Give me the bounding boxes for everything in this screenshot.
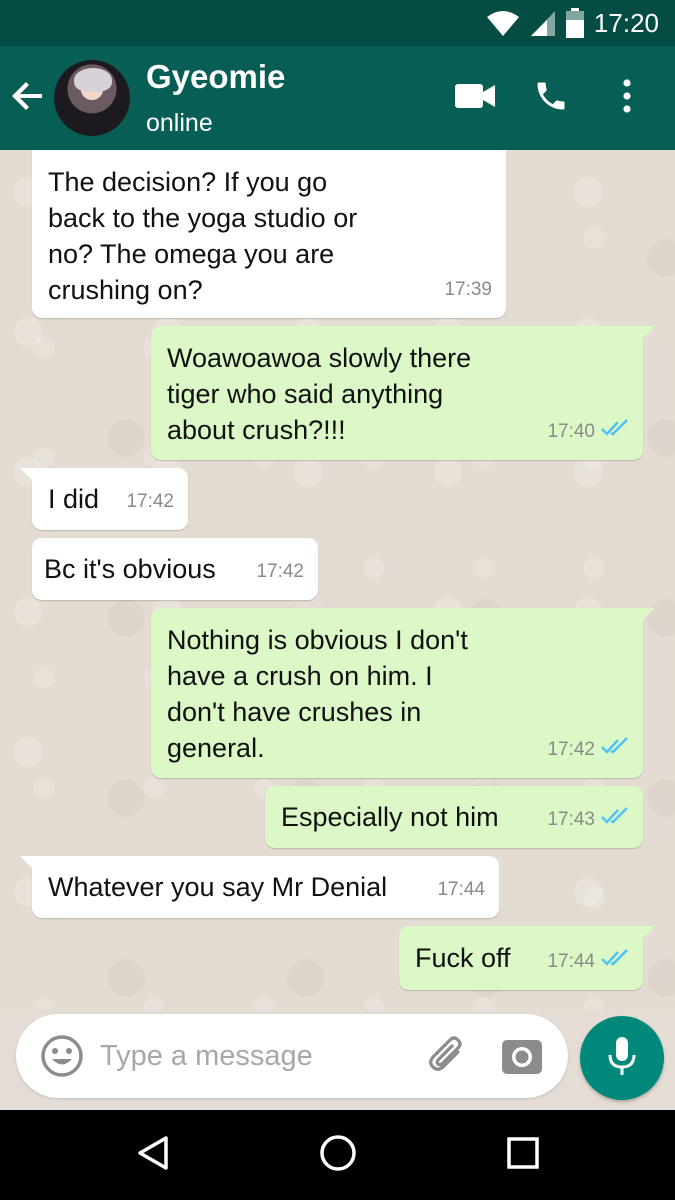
- voice-call-button[interactable]: [513, 60, 589, 136]
- message-text: Bc it's obvious: [44, 554, 216, 584]
- emoji-icon[interactable]: [38, 1032, 86, 1080]
- message-input[interactable]: Type a message: [100, 1040, 424, 1073]
- nav-recents-button[interactable]: [493, 1125, 553, 1185]
- message-time: 17:39: [444, 279, 492, 300]
- message-composer: Type a message: [16, 1014, 568, 1098]
- contact-status: online: [146, 109, 213, 137]
- back-button[interactable]: [2, 46, 54, 150]
- read-ticks-icon: [601, 802, 629, 838]
- message-time: 17:42: [256, 561, 304, 582]
- message-incoming[interactable]: The decision? If you go back to the yoga…: [32, 150, 506, 318]
- message-time: 17:40: [547, 421, 595, 442]
- more-options-button[interactable]: [589, 60, 665, 136]
- back-arrow-icon: [12, 80, 44, 117]
- chat-messages[interactable]: The decision? If you go back to the yoga…: [0, 150, 675, 1010]
- contact-avatar[interactable]: [54, 60, 130, 136]
- message-time: 17:42: [126, 491, 174, 512]
- status-bar: 17:20: [0, 0, 675, 46]
- message-outgoing[interactable]: Especially not him 17:43: [265, 786, 643, 848]
- message-text: Whatever you say Mr Denial: [48, 872, 388, 902]
- voice-record-button[interactable]: [580, 1016, 664, 1100]
- video-call-button[interactable]: [437, 60, 513, 136]
- message-text: Woawoawoa slowly there tiger who said an…: [167, 343, 472, 445]
- read-ticks-icon: [601, 414, 629, 450]
- message-outgoing[interactable]: Nothing is obvious I don't have a crush …: [151, 608, 655, 778]
- message-text: Nothing is obvious I don't have a crush …: [167, 625, 468, 763]
- message-time: 17:44: [547, 951, 595, 972]
- nav-home-icon: [319, 1134, 357, 1177]
- message-incoming[interactable]: Bc it's obvious 17:42: [32, 538, 318, 600]
- read-ticks-icon: [601, 944, 629, 980]
- system-nav-bar: [0, 1110, 675, 1200]
- contact-name: Gyeomie: [146, 58, 286, 95]
- message-incoming[interactable]: I did 17:42: [20, 468, 188, 530]
- signal-icon: [530, 9, 556, 37]
- more-vert-icon: [622, 78, 632, 118]
- nav-home-button[interactable]: [308, 1125, 368, 1185]
- status-time: 17:20: [593, 7, 659, 38]
- battery-icon: [565, 8, 584, 38]
- nav-recents-icon: [506, 1136, 540, 1175]
- phone-icon: [533, 78, 569, 119]
- read-ticks-icon: [601, 732, 629, 768]
- message-time: 17:42: [547, 739, 595, 760]
- nav-back-button[interactable]: [123, 1125, 183, 1185]
- camera-icon[interactable]: [498, 1032, 546, 1080]
- message-text: I did: [48, 484, 100, 514]
- message-outgoing[interactable]: Fuck off 17:44: [399, 926, 655, 990]
- message-outgoing[interactable]: Woawoawoa slowly there tiger who said an…: [151, 326, 655, 460]
- message-incoming[interactable]: Whatever you say Mr Denial 17:44: [20, 856, 499, 918]
- nav-back-icon: [136, 1135, 170, 1176]
- message-text: Especially not him: [281, 802, 499, 832]
- attach-icon[interactable]: [424, 1032, 472, 1080]
- message-text: Fuck off: [415, 943, 511, 973]
- wifi-icon: [486, 9, 520, 37]
- message-time: 17:43: [547, 809, 595, 830]
- chat-header: Gyeomie online: [0, 46, 675, 150]
- message-time: 17:44: [437, 879, 485, 900]
- mic-icon: [607, 1036, 637, 1081]
- message-text: The decision? If you go back to the yoga…: [48, 167, 358, 305]
- video-call-icon: [455, 83, 495, 114]
- contact-info[interactable]: Gyeomie online: [146, 57, 437, 139]
